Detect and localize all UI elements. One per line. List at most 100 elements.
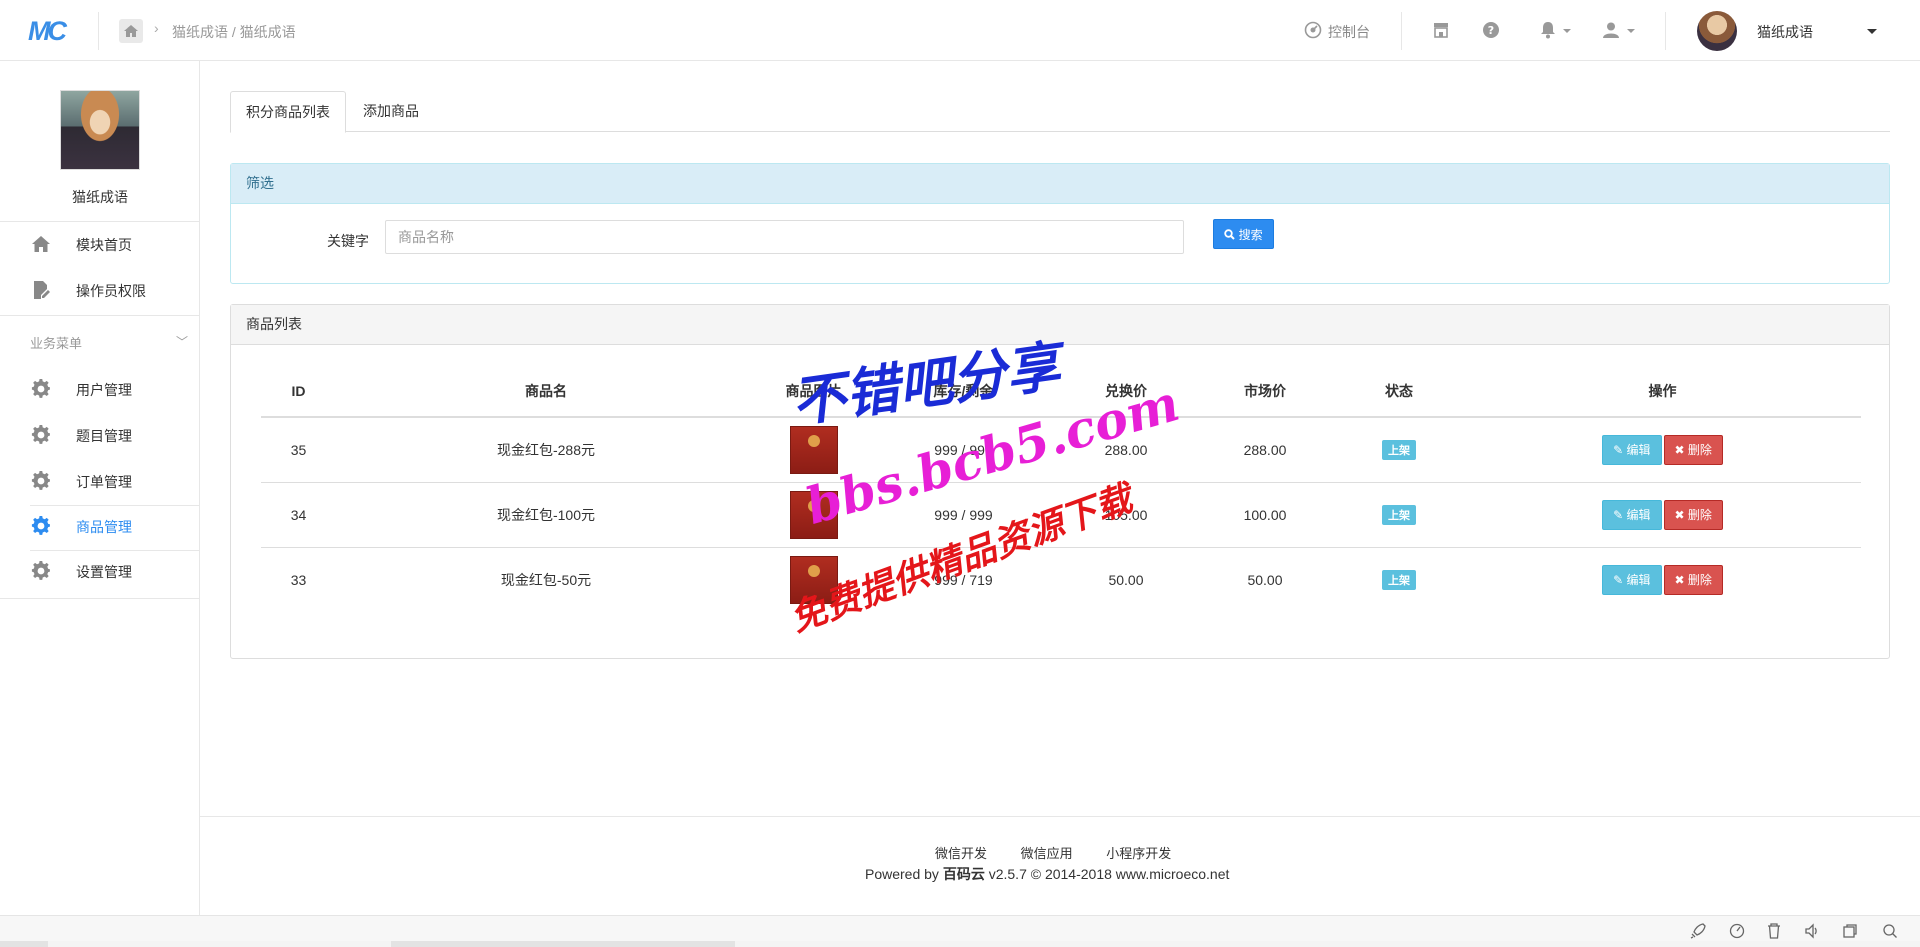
avatar[interactable] [1697,11,1737,51]
chevron-down-icon [1563,29,1571,33]
gear-icon [31,561,50,580]
edit-icon: ✎ [1613,442,1627,457]
footer-copy-suffix: v2.5.7 © 2014-2018 www.microeco.net [988,866,1230,882]
goods-stock: 999 / 999 [871,482,1056,548]
sidebar-item-label: 订单管理 [76,474,132,490]
goods-list-title: 商品列表 [231,305,1889,345]
goods-table: ID 商品名 商品图片 库存/剩余 兑换价 市场价 状态 操作 35 现金红包-… [261,365,1861,612]
footer-link-wechat-apps[interactable]: 微信应用 [1021,846,1073,861]
goods-exchange-price: 105.00 [1056,482,1196,548]
edit-button[interactable]: ✎ 编辑 [1602,499,1662,530]
close-icon: ✖ [1674,572,1688,587]
help-icon[interactable]: ? [1482,21,1500,39]
goods-name: 现金红包-100元 [336,482,756,548]
user-name[interactable]: 猫纸成语 [1757,22,1813,42]
gear-icon [31,471,50,490]
window-icon[interactable] [1842,923,1858,939]
goods-list-panel: 商品列表 ID 商品名 商品图片 库存/剩余 兑换价 市场价 状态 操作 35 … [230,304,1890,659]
sidebar-group-title[interactable]: 业务菜单 [30,333,82,352]
sidebar-item-settings-management[interactable]: 设置管理 [0,549,200,593]
profile-name: 猫纸成语 [72,189,128,205]
search-icon [1224,228,1236,240]
scrollbar-thumb[interactable] [48,941,391,947]
bell-icon[interactable] [1540,21,1556,39]
home-icon [124,25,138,37]
table-row: 33 现金红包-50元 999 / 719 50.00 50.00 上架 ✎ 编… [261,547,1861,612]
goods-id: 33 [290,571,307,588]
chevron-down-icon[interactable] [1867,29,1877,34]
footer-copyright: Powered by 百码云 v2.5.7 © 2014-2018 www.mi… [865,864,1229,884]
brand-logo[interactable]: MC [28,17,78,45]
sidebar-item-label: 用户管理 [76,382,132,398]
gear-icon [31,516,50,535]
nav-divider [1665,12,1666,50]
column-header: ID [261,365,336,418]
footer-link-miniprogram-dev[interactable]: 小程序开发 [1106,846,1171,861]
column-header: 状态 [1334,365,1464,418]
goods-exchange-price: 288.00 [1056,417,1196,483]
sidebar-item-order-management[interactable]: 订单管理 [0,459,200,503]
status-badge: 上架 [1382,504,1416,525]
gear-icon [31,425,50,444]
sidebar-item-label: 题目管理 [76,428,132,444]
goods-image [789,425,838,474]
sidebar-item-user-management[interactable]: 用户管理 [0,367,200,411]
edit-button[interactable]: ✎ 编辑 [1602,564,1662,595]
goods-name: 现金红包-50元 [500,571,592,588]
chevron-down-icon [1627,29,1635,33]
dashboard-icon [1304,21,1322,39]
sidebar-item-label: 商品管理 [76,519,132,535]
sidebar-item-goods-management[interactable]: 商品管理 [0,504,200,548]
sidebar-item-operator-permissions[interactable]: 操作员权限 [0,268,200,312]
goods-name: 现金红包-288元 [336,417,756,483]
filter-panel-title: 筛选 [231,164,1889,204]
trash-icon[interactable] [1766,923,1782,939]
nav-divider [1401,12,1402,50]
column-header: 库存/剩余 [871,365,1056,418]
sidebar: 猫纸成语 模块首页 操作员权限 业务菜单 ﹀ 用户管理 题目管理 订单管理 商品… [0,61,200,915]
goods-image [789,490,838,539]
edit-button[interactable]: ✎ 编辑 [1602,434,1662,465]
edit-button-label: 编辑 [1626,507,1651,522]
goods-market-price: 50.00 [1247,571,1283,588]
footer-copy-prefix: Powered by [865,866,939,882]
chevron-down-icon[interactable]: ﹀ [176,333,188,350]
sidebar-item-label: 操作员权限 [76,283,146,299]
volume-icon[interactable] [1804,923,1820,939]
breadcrumb-home-button[interactable] [119,19,143,43]
goods-id: 34 [261,482,336,548]
footer-divider [200,816,1920,817]
user-icon[interactable] [1602,21,1620,39]
footer-link-wechat-dev[interactable]: 微信开发 [935,846,987,861]
column-header: 兑换价 [1056,365,1196,418]
search-button[interactable]: 搜索 [1213,219,1274,249]
delete-button[interactable]: ✖ 删除 [1663,499,1723,530]
profile-avatar[interactable] [60,90,140,170]
column-header: 商品名 [336,365,756,418]
goods-market-price: 100.00 [1196,482,1334,548]
delete-button[interactable]: ✖ 删除 [1663,564,1723,595]
sidebar-item-question-management[interactable]: 题目管理 [0,413,200,457]
speed-icon[interactable] [1729,923,1745,939]
tab-points-goods-list[interactable]: 积分商品列表 [230,91,346,133]
delete-button[interactable]: ✖ 删除 [1663,434,1723,465]
breadcrumb[interactable]: 猫纸成语 / 猫纸成语 [172,22,296,42]
store-icon[interactable] [1432,22,1450,38]
console-link[interactable]: 控制台 [1328,22,1370,42]
delete-button-label: 删除 [1687,572,1712,587]
sidebar-item-module-home[interactable]: 模块首页 [0,222,200,266]
edit-button-label: 编辑 [1626,442,1651,457]
delete-button-label: 删除 [1687,507,1712,522]
rocket-icon[interactable] [1690,923,1706,939]
delete-button-label: 删除 [1687,442,1712,457]
nav-divider [98,12,99,50]
edit-icon: ✎ [1613,507,1627,522]
search-icon[interactable] [1882,923,1898,939]
keyword-search-input[interactable] [385,220,1184,254]
content-tabs: 积分商品列表 添加商品 [230,91,1890,133]
footer-brand: 百码云 [942,866,985,882]
sidebar-divider [0,598,200,599]
close-icon: ✖ [1674,507,1688,522]
tab-add-goods[interactable]: 添加商品 [348,91,434,132]
filter-panel: 筛选 关键字 搜索 [230,163,1890,284]
